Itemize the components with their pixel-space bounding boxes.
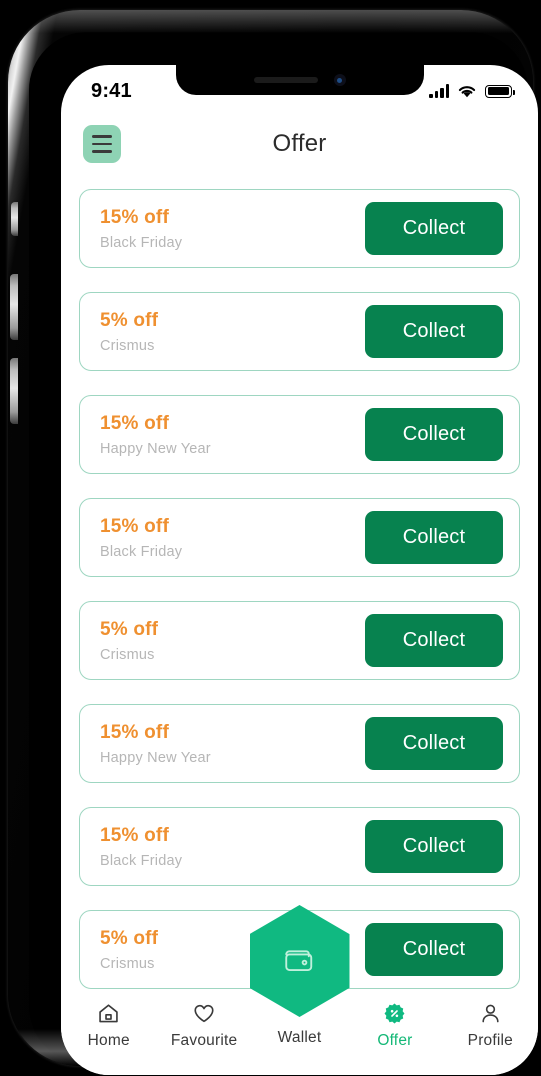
earpiece-speaker bbox=[253, 77, 318, 83]
offer-name: Black Friday bbox=[100, 234, 183, 251]
front-camera bbox=[333, 74, 346, 86]
offer-discount: 15% off bbox=[100, 721, 169, 743]
nav-label-offer: Offer bbox=[377, 1032, 413, 1049]
offer-discount: 15% off bbox=[100, 515, 169, 537]
offer-text: 5% off Crismus bbox=[100, 619, 158, 663]
offer-discount: 15% off bbox=[100, 206, 169, 228]
collect-button[interactable]: Collect bbox=[365, 305, 503, 358]
offer-card[interactable]: 15% off Black Friday Collect bbox=[79, 498, 520, 577]
nav-item-favourite[interactable]: Favourite bbox=[156, 1001, 251, 1050]
phone-bezel: 9:41 Offer 15% off Black Friday Collect … bbox=[29, 32, 538, 1075]
hamburger-menu-icon[interactable] bbox=[83, 125, 121, 163]
offer-name: Crismus bbox=[100, 337, 155, 354]
offer-discount: 15% off bbox=[100, 824, 169, 846]
offer-text: 5% off Crismus bbox=[100, 310, 158, 354]
person-icon bbox=[479, 1001, 502, 1025]
heart-icon bbox=[192, 1001, 216, 1025]
offer-name: Black Friday bbox=[100, 852, 183, 869]
collect-button[interactable]: Collect bbox=[365, 408, 503, 461]
nav-item-home[interactable]: Home bbox=[61, 1001, 156, 1050]
cellular-signal-icon bbox=[429, 84, 449, 98]
offer-text: 15% off Happy New Year bbox=[100, 413, 211, 457]
offer-name: Crismus bbox=[100, 955, 155, 972]
volume-up-button[interactable] bbox=[10, 274, 18, 340]
nav-label-home: Home bbox=[87, 1032, 130, 1049]
offer-discount: 5% off bbox=[100, 927, 159, 949]
page-title: Offer bbox=[272, 130, 327, 157]
offer-name: Happy New Year bbox=[100, 749, 211, 766]
nav-label-favourite: Favourite bbox=[170, 1032, 238, 1049]
offer-card[interactable]: 15% off Black Friday Collect bbox=[79, 189, 520, 268]
offer-name: Crismus bbox=[100, 646, 155, 663]
offer-text: 15% off Happy New Year bbox=[100, 722, 211, 766]
wallet-icon bbox=[280, 940, 320, 983]
nav-item-offer[interactable]: Offer bbox=[347, 1001, 442, 1050]
offer-discount: 5% off bbox=[100, 309, 159, 331]
offer-card[interactable]: 5% off Crismus Collect bbox=[79, 601, 520, 680]
offer-card[interactable]: 15% off Happy New Year Collect bbox=[79, 704, 520, 783]
collect-button[interactable]: Collect bbox=[365, 820, 503, 873]
offer-discount: 15% off bbox=[100, 412, 169, 434]
silence-switch[interactable] bbox=[11, 202, 18, 236]
status-icons bbox=[429, 84, 515, 99]
offer-text: 5% off Crismus bbox=[100, 928, 158, 972]
collect-button[interactable]: Collect bbox=[365, 511, 503, 564]
battery-full-icon bbox=[485, 84, 515, 98]
offer-text: 15% off Black Friday bbox=[100, 207, 182, 251]
offer-discount: 5% off bbox=[100, 618, 159, 640]
collect-button[interactable]: Collect bbox=[365, 202, 503, 255]
offer-text: 15% off Black Friday bbox=[100, 825, 182, 869]
nav-item-profile[interactable]: Profile bbox=[443, 1001, 538, 1050]
wifi-icon bbox=[458, 85, 476, 97]
phone-frame: 9:41 Offer 15% off Black Friday Collect … bbox=[8, 10, 538, 1075]
percent-badge-icon bbox=[383, 1001, 406, 1025]
notch bbox=[175, 65, 424, 95]
volume-down-button[interactable] bbox=[10, 358, 18, 424]
status-time: 9:41 bbox=[91, 79, 132, 102]
collect-button[interactable]: Collect bbox=[365, 614, 503, 667]
collect-button[interactable]: Collect bbox=[365, 923, 503, 976]
phone-screen: 9:41 Offer 15% off Black Friday Collect … bbox=[61, 65, 538, 1075]
offer-text: 15% off Black Friday bbox=[100, 516, 182, 560]
offer-card[interactable]: 15% off Black Friday Collect bbox=[79, 807, 520, 886]
app-header: Offer bbox=[61, 111, 538, 177]
collect-button[interactable]: Collect bbox=[365, 717, 503, 770]
offer-name: Happy New Year bbox=[100, 440, 211, 457]
offer-card[interactable]: 5% off Crismus Collect bbox=[79, 292, 520, 371]
offer-name: Black Friday bbox=[100, 543, 183, 560]
offer-card[interactable]: 15% off Happy New Year Collect bbox=[79, 395, 520, 474]
home-icon bbox=[97, 1001, 120, 1025]
nav-label-profile: Profile bbox=[467, 1032, 513, 1049]
